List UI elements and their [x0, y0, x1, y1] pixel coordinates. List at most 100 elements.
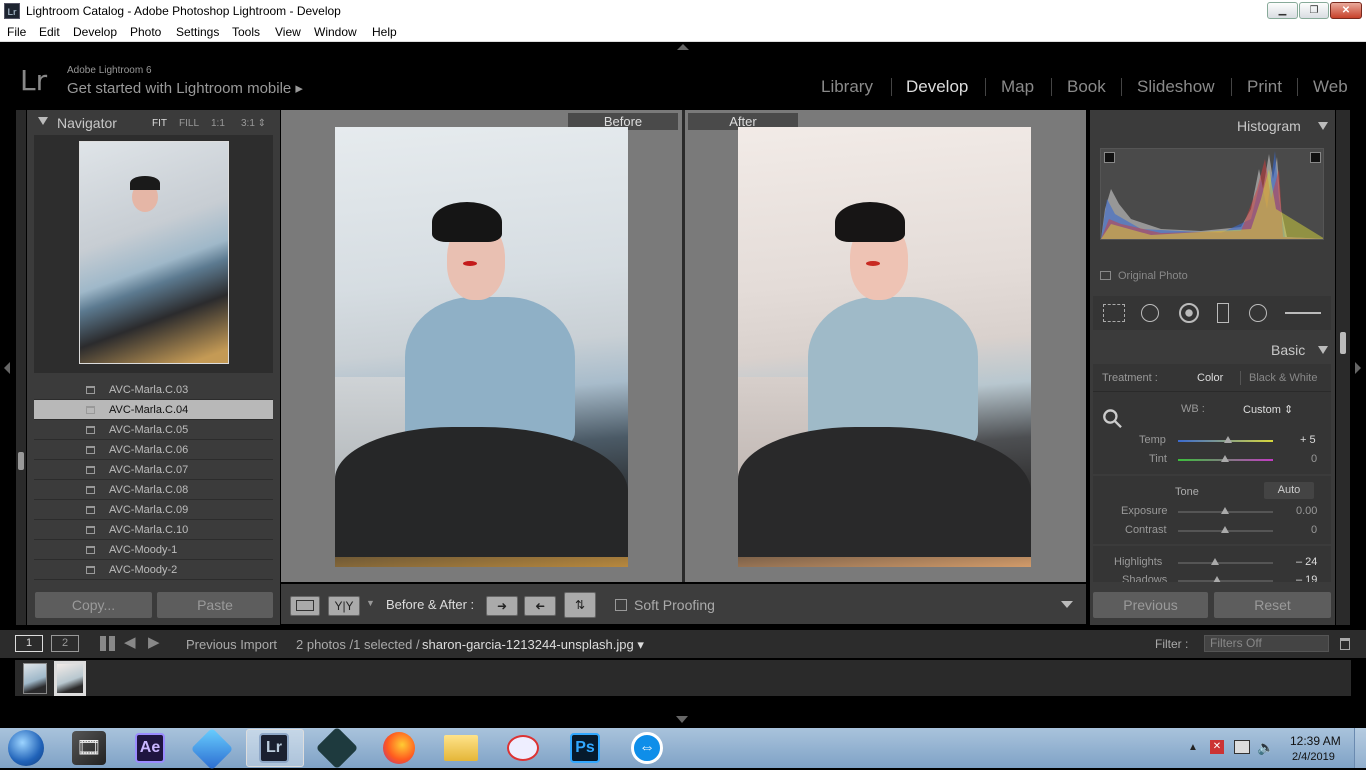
- menu-file[interactable]: File: [7, 25, 26, 39]
- copy-before-to-after-button[interactable]: ➜: [486, 596, 518, 616]
- preset-item[interactable]: AVC-Moody-2: [34, 560, 273, 580]
- tint-value[interactable]: 0: [1311, 453, 1317, 465]
- highlights-track[interactable]: [1178, 562, 1273, 564]
- menu-edit[interactable]: Edit: [39, 25, 60, 39]
- loupe-view-button[interactable]: [290, 596, 320, 616]
- clock-date[interactable]: 2/4/2019: [1292, 751, 1335, 763]
- preset-item[interactable]: AVC-Marla.C.06: [34, 440, 273, 460]
- right-scrollbar[interactable]: [1340, 332, 1346, 354]
- module-map[interactable]: Map: [1001, 77, 1034, 97]
- collapse-bottom-icon[interactable]: [676, 716, 688, 723]
- firefox-icon[interactable]: [383, 732, 415, 764]
- action-center-icon[interactable]: ✕: [1210, 740, 1224, 754]
- menu-photo[interactable]: Photo: [130, 25, 161, 39]
- previous-button[interactable]: Previous: [1093, 592, 1208, 618]
- tint-thumb[interactable]: [1221, 455, 1229, 462]
- shadows-track[interactable]: [1178, 580, 1273, 582]
- collapse-right-icon[interactable]: [1355, 362, 1361, 374]
- preset-item[interactable]: AVC-Marla.C.09: [34, 500, 273, 520]
- menu-window[interactable]: Window: [314, 25, 357, 39]
- movie-maker-icon[interactable]: 🎞: [72, 731, 106, 765]
- lightroom-icon[interactable]: Lr: [259, 733, 289, 763]
- basic-collapse-icon[interactable]: [1318, 346, 1328, 354]
- filter-lock-icon[interactable]: [1340, 638, 1350, 650]
- show-desktop-button[interactable]: [1354, 728, 1366, 768]
- toolbar-dropdown-icon[interactable]: [1061, 601, 1073, 608]
- before-photo[interactable]: [335, 127, 628, 567]
- menu-tools[interactable]: Tools: [232, 25, 260, 39]
- volume-icon[interactable]: 🔈: [1257, 739, 1274, 756]
- menu-view[interactable]: View: [275, 25, 301, 39]
- graduated-filter-icon[interactable]: [1217, 303, 1229, 323]
- teamviewer-icon[interactable]: ⇔: [631, 732, 663, 764]
- module-print[interactable]: Print: [1247, 77, 1282, 97]
- navigator-preview[interactable]: [34, 135, 273, 373]
- before-after-view-button[interactable]: Y|Y: [328, 596, 360, 616]
- shadows-thumb[interactable]: [1213, 576, 1221, 582]
- histogram-chart[interactable]: [1100, 148, 1324, 240]
- highlights-value[interactable]: – 24: [1296, 556, 1317, 568]
- close-button[interactable]: ✕: [1330, 2, 1362, 19]
- minimize-button[interactable]: ▁: [1267, 2, 1298, 19]
- treatment-color[interactable]: Color: [1197, 372, 1223, 384]
- preset-item[interactable]: AVC-Marla.C.08: [34, 480, 273, 500]
- left-scrollbar[interactable]: [18, 452, 24, 470]
- treatment-bw[interactable]: Black & White: [1249, 372, 1317, 384]
- menu-help[interactable]: Help: [372, 25, 397, 39]
- shadows-value[interactable]: – 19: [1296, 574, 1317, 582]
- tray-expand-icon[interactable]: ▲: [1188, 742, 1198, 753]
- photoshop-icon[interactable]: Ps: [570, 733, 600, 763]
- red-eye-icon[interactable]: [1179, 303, 1199, 323]
- zoom-fill[interactable]: FILL: [179, 118, 199, 129]
- menu-settings[interactable]: Settings: [176, 25, 219, 39]
- preset-item[interactable]: AVC-Marla.C.05: [34, 420, 273, 440]
- preset-item[interactable]: AVC-Marla.C.03: [34, 380, 273, 400]
- view-dropdown-icon[interactable]: ▼: [366, 598, 375, 608]
- menu-develop[interactable]: Develop: [73, 25, 117, 39]
- swap-before-after-button[interactable]: ⇅: [564, 592, 596, 618]
- source-label[interactable]: Previous Import: [186, 637, 277, 652]
- auto-tone-button[interactable]: Auto: [1264, 482, 1314, 499]
- radial-filter-icon[interactable]: [1249, 304, 1267, 322]
- copy-button[interactable]: Copy...: [35, 592, 152, 618]
- clock-time[interactable]: 12:39 AM: [1290, 734, 1341, 748]
- maximize-button[interactable]: ❐: [1299, 2, 1329, 19]
- module-book[interactable]: Book: [1067, 77, 1106, 97]
- current-filename[interactable]: sharon-garcia-1213244-unsplash.jpg ▾: [422, 637, 644, 653]
- screen-2-button[interactable]: 2: [51, 635, 79, 652]
- soft-proofing-checkbox[interactable]: [615, 599, 627, 611]
- spot-removal-icon[interactable]: [1141, 304, 1159, 322]
- paste-button[interactable]: Paste: [157, 592, 273, 618]
- temp-thumb[interactable]: [1224, 436, 1232, 443]
- module-develop[interactable]: Develop: [906, 77, 968, 97]
- zoom-3-1[interactable]: 3:1 ⇕: [241, 118, 266, 129]
- highlights-thumb[interactable]: [1211, 558, 1219, 565]
- preset-item[interactable]: AVC-Marla.C.07: [34, 460, 273, 480]
- copy-after-to-before-button[interactable]: ➜: [524, 596, 556, 616]
- original-photo-checkbox[interactable]: [1100, 271, 1111, 280]
- histogram-collapse-icon[interactable]: [1318, 122, 1328, 130]
- exposure-thumb[interactable]: [1221, 507, 1229, 514]
- back-arrow-icon[interactable]: ◀: [124, 633, 136, 651]
- file-explorer-icon[interactable]: [444, 735, 478, 761]
- crop-tool-icon[interactable]: [1103, 304, 1125, 322]
- wb-select[interactable]: Custom ⇕: [1243, 403, 1293, 416]
- contrast-thumb[interactable]: [1221, 526, 1229, 533]
- contrast-value[interactable]: 0: [1311, 524, 1317, 536]
- grid-view-icon[interactable]: [100, 636, 115, 651]
- after-photo[interactable]: [738, 127, 1031, 567]
- adjustment-brush-icon[interactable]: [1285, 312, 1321, 314]
- exposure-value[interactable]: 0.00: [1296, 505, 1317, 517]
- film-thumb-2-selected[interactable]: [54, 661, 86, 696]
- zoom-1-1[interactable]: 1:1: [211, 118, 225, 129]
- after-effects-icon[interactable]: Ae: [135, 733, 165, 763]
- preset-item[interactable]: AVC-Marla.C.10: [34, 520, 273, 540]
- filter-select[interactable]: Filters Off: [1204, 635, 1329, 652]
- shadow-clip-icon[interactable]: [1104, 152, 1115, 163]
- module-library[interactable]: Library: [821, 77, 873, 97]
- forward-arrow-icon[interactable]: ▶: [148, 633, 160, 651]
- module-web[interactable]: Web: [1313, 77, 1348, 97]
- collapse-top-icon[interactable]: [677, 44, 689, 50]
- screen-1-button[interactable]: 1: [15, 635, 43, 652]
- film-thumb-1[interactable]: [23, 663, 47, 694]
